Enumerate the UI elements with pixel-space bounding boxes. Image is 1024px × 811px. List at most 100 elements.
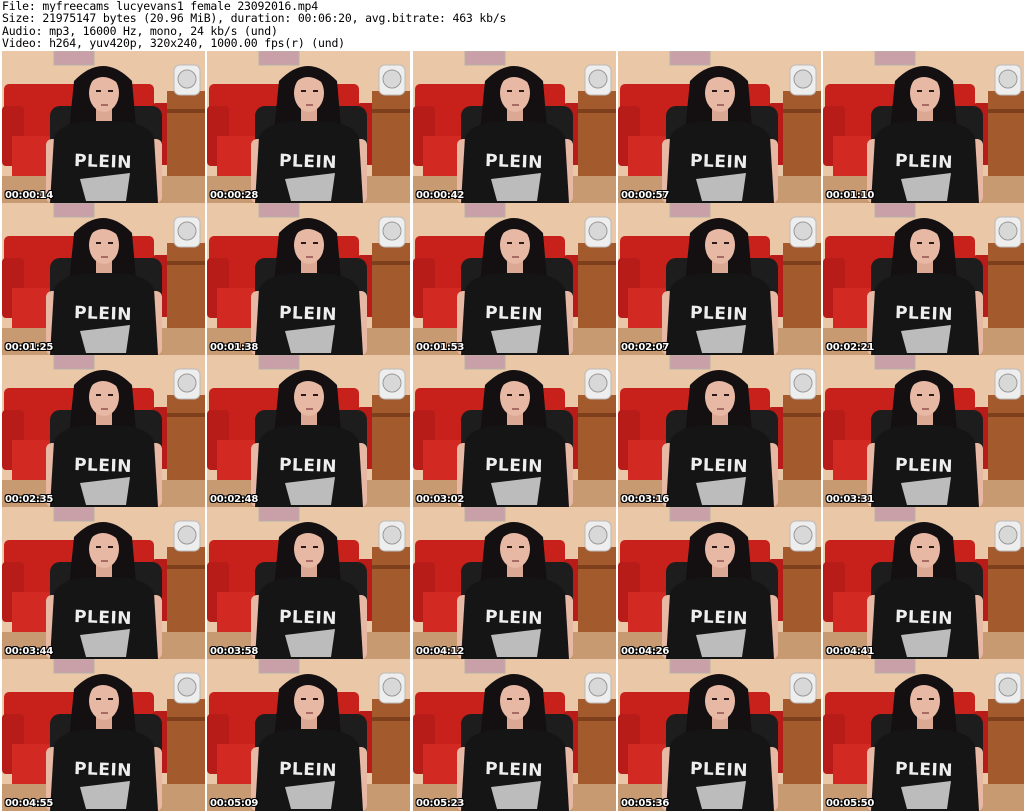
file-name-line: File: myfreecams_lucyevans1_female_23092… xyxy=(2,0,319,13)
thumbnail-scene xyxy=(207,355,410,507)
shirt-text: PLEIN xyxy=(73,758,133,782)
file-info-header: File: myfreecams_lucyevans1_female_23092… xyxy=(2,0,1022,50)
thumbnail-timestamp: 00:05:09 xyxy=(210,798,259,809)
thumbnail-scene xyxy=(413,51,616,203)
shirt-text: PLEIN xyxy=(484,150,544,174)
shirt-text: PLEIN xyxy=(278,150,338,174)
shirt-text: PLEIN xyxy=(278,454,338,478)
audio-info-line: Audio: mp3, 16000 Hz, mono, 24 kb/s (und… xyxy=(2,24,278,38)
thumbnail-timestamp: 00:03:31 xyxy=(826,494,875,505)
thumbnail-scene xyxy=(207,659,410,811)
shirt-text: PLEIN xyxy=(894,606,954,630)
thumbnail-scene xyxy=(618,355,821,507)
shirt-text: PLEIN xyxy=(278,302,338,326)
video-thumbnail: PLEIN 00:04:12 xyxy=(413,507,616,659)
shirt-text: PLEIN xyxy=(484,606,544,630)
video-thumbnail: PLEIN 00:01:53 xyxy=(413,203,616,355)
thumbnail-scene xyxy=(823,203,1024,355)
video-thumbnail: PLEIN 00:03:16 xyxy=(618,355,821,507)
video-thumbnail: PLEIN 00:05:23 xyxy=(413,659,616,811)
thumbnail-grid: PLEIN 00:00:14 PLEIN 00:00:28 PLEIN 00:00:42 P… xyxy=(0,51,1024,811)
video-thumbnail: PLEIN 00:01:38 xyxy=(207,203,410,355)
thumbnail-timestamp: 00:04:55 xyxy=(5,798,54,809)
thumbnail-scene xyxy=(2,355,205,507)
video-thumbnail: PLEIN 00:04:26 xyxy=(618,507,821,659)
thumbnail-scene xyxy=(823,507,1024,659)
video-thumbnail: PLEIN 00:05:09 xyxy=(207,659,410,811)
video-thumbnail: PLEIN 00:05:50 xyxy=(823,659,1024,811)
thumbnail-timestamp: 00:01:25 xyxy=(5,342,54,353)
shirt-text: PLEIN xyxy=(894,302,954,326)
shirt-text: PLEIN xyxy=(689,606,749,630)
thumbnail-scene xyxy=(618,51,821,203)
video-thumbnail: PLEIN 00:02:35 xyxy=(2,355,205,507)
shirt-text: PLEIN xyxy=(689,302,749,326)
shirt-text: PLEIN xyxy=(73,302,133,326)
video-thumbnail: PLEIN 00:03:44 xyxy=(2,507,205,659)
video-thumbnail: PLEIN 00:01:25 xyxy=(2,203,205,355)
video-thumbnail: PLEIN 00:05:36 xyxy=(618,659,821,811)
video-info-line: Video: h264, yuv420p, 320x240, 1000.00 f… xyxy=(2,37,345,50)
file-size-line: Size: 21975147 bytes (20.96 MiB), durati… xyxy=(2,12,507,25)
thumbnail-timestamp: 00:04:12 xyxy=(416,646,465,657)
thumbnail-scene xyxy=(618,507,821,659)
thumbnail-timestamp: 00:01:10 xyxy=(826,190,875,201)
thumbnail-timestamp: 00:02:07 xyxy=(621,342,670,353)
thumbnail-timestamp: 00:00:42 xyxy=(416,190,465,201)
thumbnail-timestamp: 00:02:21 xyxy=(826,342,875,353)
thumbnail-scene xyxy=(2,51,205,203)
thumbnail-timestamp: 00:02:48 xyxy=(210,494,259,505)
thumbnail-timestamp: 00:01:38 xyxy=(210,342,259,353)
thumbnail-scene xyxy=(413,507,616,659)
shirt-text: PLEIN xyxy=(73,150,133,174)
thumbnail-timestamp: 00:05:23 xyxy=(416,798,465,809)
video-thumbnail: PLEIN 00:00:14 xyxy=(2,51,205,203)
thumbnail-timestamp: 00:00:57 xyxy=(621,190,670,201)
thumbnail-timestamp: 00:04:41 xyxy=(826,646,875,657)
thumbnail-timestamp: 00:03:16 xyxy=(621,494,670,505)
shirt-text: PLEIN xyxy=(894,150,954,174)
thumbnail-timestamp: 00:05:50 xyxy=(826,798,875,809)
shirt-text: PLEIN xyxy=(484,454,544,478)
video-thumbnail: PLEIN 00:00:57 xyxy=(618,51,821,203)
thumbnail-timestamp: 00:02:35 xyxy=(5,494,54,505)
shirt-text: PLEIN xyxy=(689,150,749,174)
thumbnail-scene xyxy=(823,659,1024,811)
video-thumbnail: PLEIN 00:04:41 xyxy=(823,507,1024,659)
thumbnail-scene xyxy=(618,659,821,811)
thumbnail-scene xyxy=(2,507,205,659)
video-thumbnail: PLEIN 00:04:55 xyxy=(2,659,205,811)
video-thumbnail: PLEIN 00:01:10 xyxy=(823,51,1024,203)
thumbnail-scene xyxy=(2,659,205,811)
shirt-text: PLEIN xyxy=(484,758,544,782)
thumbnail-scene xyxy=(823,355,1024,507)
video-thumbnail: PLEIN 00:02:21 xyxy=(823,203,1024,355)
shirt-text: PLEIN xyxy=(484,302,544,326)
thumbnail-scene xyxy=(413,203,616,355)
video-thumbnail: PLEIN 00:02:48 xyxy=(207,355,410,507)
video-thumbnail: PLEIN 00:00:28 xyxy=(207,51,410,203)
thumbnail-timestamp: 00:01:53 xyxy=(416,342,465,353)
shirt-text: PLEIN xyxy=(73,454,133,478)
thumbnail-timestamp: 00:05:36 xyxy=(621,798,670,809)
thumbnail-timestamp: 00:00:28 xyxy=(210,190,259,201)
thumbnail-timestamp: 00:00:14 xyxy=(5,190,54,201)
video-thumbnail: PLEIN 00:03:02 xyxy=(413,355,616,507)
shirt-text: PLEIN xyxy=(278,606,338,630)
thumbnail-timestamp: 00:04:26 xyxy=(621,646,670,657)
thumbnail-timestamp: 00:03:44 xyxy=(5,646,54,657)
video-thumbnail: PLEIN 00:00:42 xyxy=(413,51,616,203)
thumbnail-scene xyxy=(207,203,410,355)
shirt-text: PLEIN xyxy=(894,454,954,478)
thumbnail-scene xyxy=(823,51,1024,203)
shirt-text: PLEIN xyxy=(894,758,954,782)
thumbnail-scene xyxy=(207,507,410,659)
thumbnail-scene xyxy=(2,203,205,355)
thumbnail-timestamp: 00:03:02 xyxy=(416,494,465,505)
shirt-text: PLEIN xyxy=(278,758,338,782)
thumbnail-scene xyxy=(207,51,410,203)
thumbnail-scene xyxy=(413,355,616,507)
video-thumbnail: PLEIN 00:03:58 xyxy=(207,507,410,659)
shirt-text: PLEIN xyxy=(689,758,749,782)
thumbnail-scene xyxy=(413,659,616,811)
